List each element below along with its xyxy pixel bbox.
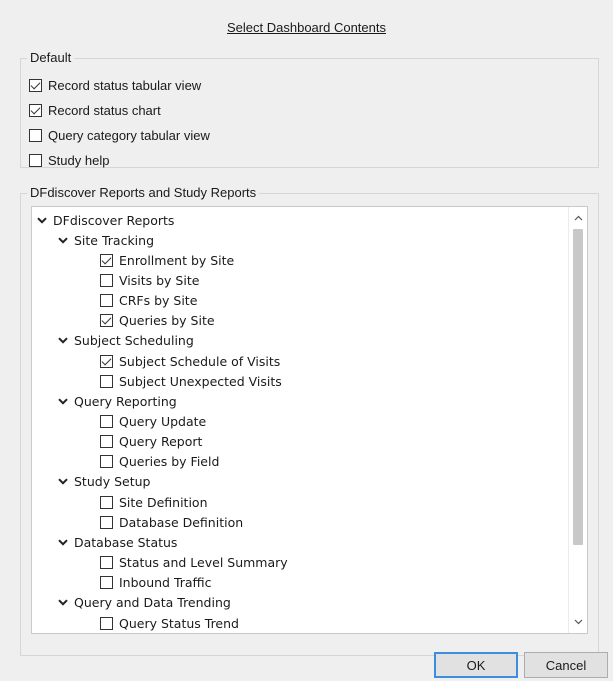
checkbox-unchecked[interactable] — [29, 128, 42, 142]
tree-category-5[interactable]: Query and Data Trending — [32, 593, 567, 613]
tree-item-checkbox[interactable]: Query Report — [32, 432, 567, 452]
checkbox-unchecked[interactable] — [100, 515, 113, 529]
checkbox-label: CRFs by Site — [119, 293, 198, 309]
checkbox-unchecked[interactable] — [100, 616, 113, 630]
chevron-down-icon[interactable] — [58, 336, 68, 346]
tree-item-checkbox[interactable]: Database Definition — [32, 512, 567, 532]
scrollbar-thumb[interactable] — [573, 229, 583, 545]
tree-node-label: Study Setup — [74, 474, 151, 490]
dialog-title-text: Select Dashboard Contents — [227, 20, 386, 35]
default-group: Default Record status tabular view Record… — [20, 50, 599, 170]
tree-item-checkbox[interactable]: Query Update — [32, 412, 567, 432]
checkbox-label: Subject Unexpected Visits — [119, 373, 282, 389]
tree-scrollbar[interactable] — [568, 207, 587, 633]
checkbox-checked[interactable] — [100, 354, 113, 368]
reports-group-legend: DFdiscover Reports and Study Reports — [27, 185, 260, 200]
chevron-down-icon[interactable] — [58, 598, 68, 608]
chevron-down-icon[interactable] — [58, 396, 68, 406]
tree-category-1[interactable]: Subject Scheduling — [32, 331, 567, 351]
checkbox-label: Query Status Trend — [119, 615, 239, 631]
checkbox-checked[interactable] — [29, 103, 42, 117]
checkbox-label: Study help — [48, 152, 110, 168]
ok-button[interactable]: OK — [434, 652, 518, 678]
checkbox-label: Query category tabular view — [48, 127, 210, 143]
checkbox-unchecked[interactable] — [100, 415, 113, 428]
checkbox-label: Query Report — [119, 434, 203, 450]
checkbox-unchecked[interactable] — [100, 495, 113, 509]
tree-item-checkbox[interactable]: Visits by Site — [32, 270, 567, 290]
tree-node-label: Query Reporting — [74, 393, 177, 409]
checkbox-label: Record status tabular view — [48, 77, 202, 93]
tree-item-checkbox[interactable] — [32, 633, 567, 634]
report-tree[interactable]: DFdiscover Reports Site Tracking Enrollmen… — [31, 206, 588, 634]
checkbox-unchecked[interactable] — [100, 435, 113, 449]
tree-node-label: Subject Scheduling — [74, 333, 194, 349]
tree-category-4[interactable]: Database Status — [32, 532, 567, 552]
tree-node-label: DFdiscover Reports — [53, 212, 175, 228]
checkbox-label: Queries by Field — [119, 454, 220, 470]
default-option-1[interactable]: Record status chart — [29, 100, 161, 120]
checkbox-label: Visits by Site — [119, 272, 200, 288]
scroll-up-arrow-icon[interactable] — [569, 209, 587, 227]
tree-item-checkbox[interactable]: Subject Unexpected Visits — [32, 371, 567, 391]
checkbox-label: Database Definition — [119, 514, 244, 530]
checkbox-label: Status and Level Summary — [119, 555, 288, 571]
checkbox-label: Inbound Traffic — [119, 575, 212, 591]
checkbox-checked[interactable] — [100, 253, 113, 267]
checkbox-label: Query Update — [119, 414, 207, 429]
tree-item-checkbox[interactable]: Enrollment by Site — [32, 250, 567, 270]
default-group-legend: Default — [27, 50, 75, 65]
tree-category-2[interactable]: Query Reporting — [32, 391, 567, 411]
tree-item-checkbox[interactable]: Query Status Trend — [32, 613, 567, 633]
checkbox-checked[interactable] — [29, 78, 42, 92]
default-option-0[interactable]: Record status tabular view — [29, 75, 201, 95]
checkbox-unchecked[interactable] — [100, 556, 113, 570]
checkbox-unchecked[interactable] — [100, 273, 113, 287]
chevron-down-icon[interactable] — [37, 215, 47, 225]
scroll-down-arrow-icon[interactable] — [569, 613, 587, 631]
tree-category-0[interactable]: Site Tracking — [32, 230, 567, 250]
checkbox-label: Queries by Site — [119, 313, 215, 329]
tree-item-checkbox[interactable]: Site Definition — [32, 492, 567, 512]
tree-item-checkbox[interactable]: CRFs by Site — [32, 291, 567, 311]
tree-root-dfdiscover-reports[interactable]: DFdiscover Reports — [32, 210, 567, 230]
checkbox-unchecked[interactable] — [100, 576, 113, 590]
checkbox-unchecked[interactable] — [100, 294, 113, 308]
checkbox-unchecked[interactable] — [100, 374, 113, 388]
tree-item-checkbox[interactable]: Inbound Traffic — [32, 573, 567, 593]
tree-item-checkbox[interactable]: Status and Level Summary — [32, 553, 567, 573]
checkbox-label: Record status chart — [48, 102, 161, 118]
chevron-down-icon[interactable] — [58, 537, 68, 547]
checkbox-label: Subject Schedule of Visits — [119, 353, 281, 369]
tree-node-label: Site Tracking — [74, 232, 155, 248]
default-option-2[interactable]: Query category tabular view — [29, 125, 210, 145]
checkbox-label: Enrollment by Site — [119, 252, 235, 268]
tree-category-3[interactable]: Study Setup — [32, 472, 567, 492]
dialog-title: Select Dashboard Contents — [0, 20, 613, 35]
checkbox-checked[interactable] — [100, 314, 113, 328]
chevron-down-icon[interactable] — [58, 235, 68, 245]
reports-group: DFdiscover Reports and Study Reports DFd… — [20, 185, 599, 656]
tree-item-checkbox[interactable]: Subject Schedule of Visits — [32, 351, 567, 371]
tree-node-label: Database Status — [74, 534, 178, 550]
default-option-3[interactable]: Study help — [29, 150, 109, 170]
tree-item-checkbox[interactable]: Queries by Site — [32, 311, 567, 331]
tree-node-label: Query and Data Trending — [74, 595, 231, 611]
chevron-down-icon[interactable] — [58, 477, 68, 487]
tree-item-checkbox[interactable]: Queries by Field — [32, 452, 567, 472]
cancel-button[interactable]: Cancel — [524, 652, 608, 678]
checkbox-label: Site Definition — [119, 494, 208, 510]
checkbox-unchecked[interactable] — [100, 455, 113, 469]
checkbox-unchecked[interactable] — [29, 153, 42, 167]
